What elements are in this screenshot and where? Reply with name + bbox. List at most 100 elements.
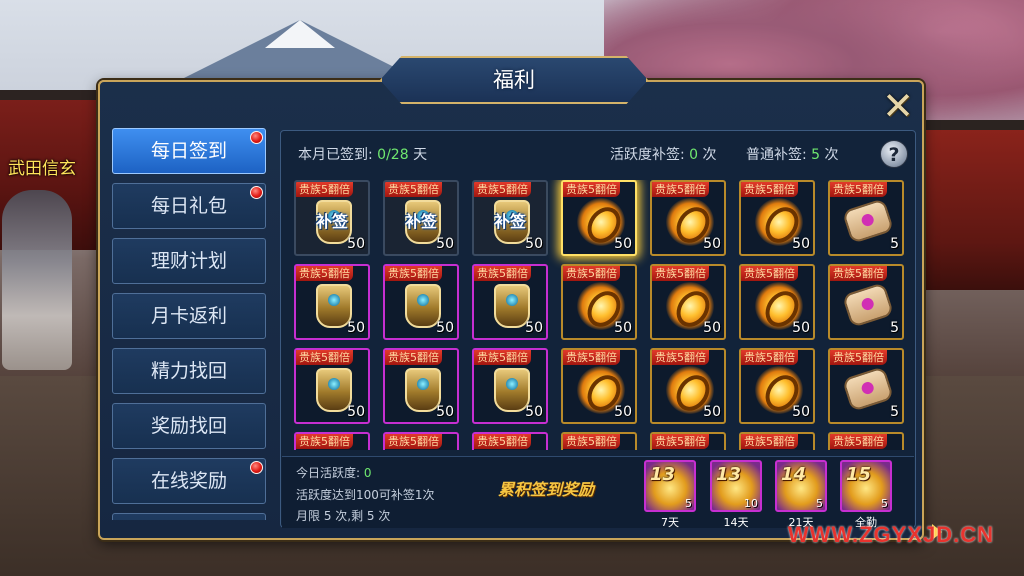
vip-double-badge: 贵族5翻倍: [652, 434, 709, 449]
reward-quantity: 50: [792, 404, 810, 420]
vip-double-badge: 贵族5翻倍: [474, 266, 531, 281]
menu-item-reward-recover[interactable]: 奖励找回: [112, 403, 266, 449]
stat-unit: 天: [413, 147, 428, 163]
signin-day-cell[interactable]: 贵族5翻倍: [383, 432, 459, 450]
help-icon[interactable]: ?: [880, 140, 908, 168]
menu-item-online-reward[interactable]: 在线奖励: [112, 458, 266, 504]
signin-day-cell[interactable]: 贵族5翻倍 50: [561, 348, 637, 424]
signin-day-cell[interactable]: 贵族5翻倍 50: [383, 348, 459, 424]
vip-double-badge: 贵族5翻倍: [296, 434, 353, 449]
resign-label: 补签: [493, 212, 526, 231]
menu-item-label: 每日礼包: [150, 195, 227, 217]
signin-day-cell[interactable]: 贵族5翻倍 5: [828, 264, 904, 340]
signin-day-cell[interactable]: 贵族5翻倍 50: [650, 180, 726, 256]
vip-double-badge: 贵族5翻倍: [385, 434, 442, 449]
vip-double-badge: 贵族5翻倍: [741, 350, 798, 365]
stat-label: 本月已签到:: [298, 147, 373, 163]
cumulative-reward-chest-21[interactable]: 14 5: [775, 460, 827, 512]
signin-day-cell[interactable]: 贵族5翻倍 50: [383, 264, 459, 340]
reward-quantity: 50: [347, 236, 365, 252]
reward-quantity: 50: [436, 236, 454, 252]
reward-quantity: 5: [890, 236, 899, 252]
vip-double-badge: 贵族5翻倍: [474, 350, 531, 365]
signin-day-cell[interactable]: 贵族5翻倍: [561, 432, 637, 450]
signin-day-cell[interactable]: 贵族5翻倍 50: [650, 264, 726, 340]
reward-quantity: 5: [890, 404, 899, 420]
vip-double-badge: 贵族5翻倍: [830, 182, 887, 197]
vip-double-badge: 贵族5翻倍: [385, 182, 442, 197]
signin-day-cell[interactable]: 贵族5翻倍: [650, 432, 726, 450]
today-active-text: 今日活跃度: 0: [296, 464, 372, 481]
scroll-icon: [841, 282, 895, 328]
menu-item-finance-plan[interactable]: 理财计划: [112, 238, 266, 284]
stat-unit: 次: [702, 147, 717, 163]
vip-double-badge: 贵族5翻倍: [741, 266, 798, 281]
stat-value: 0: [689, 147, 699, 163]
npc-samurai-figure[interactable]: [2, 190, 72, 370]
menu-item-daily-signin[interactable]: 每日签到: [112, 128, 266, 174]
signin-day-cell[interactable]: 贵族5翻倍 50: [561, 180, 637, 256]
reward-quantity: 50: [792, 236, 810, 252]
signin-day-cell[interactable]: 贵族5翻倍 50 补签: [472, 180, 548, 256]
vip-double-badge: 贵族5翻倍: [652, 350, 709, 365]
scroll-icon: [841, 366, 895, 412]
signin-day-cell[interactable]: 贵族5翻倍: [472, 432, 548, 450]
reward-quantity: 50: [703, 320, 721, 336]
vip-double-badge: 贵族5翻倍: [830, 350, 887, 365]
stat-value: 0/28: [377, 147, 409, 163]
close-icon: ✕: [882, 84, 914, 128]
cumulative-reward-chest-7[interactable]: 13 5: [644, 460, 696, 512]
vip-double-badge: 贵族5翻倍: [563, 434, 620, 449]
monthly-signed-stat: 本月已签到: 0/28 天: [298, 144, 427, 164]
monthly-limit-text: 月限 5 次,剩 5 次: [296, 509, 391, 523]
signin-day-cell[interactable]: 贵族5翻倍 50: [294, 264, 370, 340]
reward-quantity: 50: [436, 404, 454, 420]
menu-item-label: 每日签到: [150, 140, 227, 162]
signin-day-cell[interactable]: 贵族5翻倍 50 补签: [294, 180, 370, 256]
menu-item-more[interactable]: [112, 513, 266, 520]
signin-day-cell[interactable]: 贵族5翻倍: [828, 432, 904, 450]
vip-double-badge: 贵族5翻倍: [652, 182, 709, 197]
chest-number: 14: [781, 464, 807, 485]
reward-quantity: 50: [614, 320, 632, 336]
close-button[interactable]: ✕: [878, 84, 918, 128]
signin-day-cell[interactable]: 贵族5翻倍 50: [739, 180, 815, 256]
signin-day-cell[interactable]: 贵族5翻倍 5: [828, 348, 904, 424]
scroll-icon: [841, 198, 895, 244]
signin-day-cell[interactable]: 贵族5翻倍 50: [739, 264, 815, 340]
signin-day-cell[interactable]: 贵族5翻倍 50 补签: [383, 180, 459, 256]
signin-day-cell[interactable]: 贵族5翻倍: [294, 432, 370, 450]
chest-day-label: 14天: [723, 516, 749, 529]
reward-quantity: 50: [525, 236, 543, 252]
signin-day-cell[interactable]: 贵族5翻倍 50: [294, 348, 370, 424]
signin-day-cell[interactable]: 贵族5翻倍: [739, 432, 815, 450]
signin-day-cell[interactable]: 贵族5翻倍 50: [650, 348, 726, 424]
vip-double-badge: 贵族5翻倍: [296, 182, 353, 197]
signin-day-cell[interactable]: 贵族5翻倍 50: [561, 264, 637, 340]
cumulative-reward-chest-14[interactable]: 13 10: [710, 460, 762, 512]
chest-number: 15: [846, 464, 872, 485]
reward-quantity: 50: [436, 320, 454, 336]
signin-day-cell[interactable]: 贵族5翻倍 50: [472, 264, 548, 340]
vip-double-badge: 贵族5翻倍: [296, 266, 353, 281]
reward-quantity: 50: [614, 236, 632, 252]
signin-day-cell[interactable]: 贵族5翻倍 50: [472, 348, 548, 424]
cumulative-reward-chest-full[interactable]: 15 5: [840, 460, 892, 512]
chest-day-label: 7天: [661, 516, 679, 529]
signin-day-cell[interactable]: 贵族5翻倍 5: [828, 180, 904, 256]
resign-label: 补签: [404, 212, 437, 231]
menu-item-label: 在线奖励: [150, 470, 227, 492]
watermark-text: WWW.ZGYXJD.CN: [787, 522, 994, 547]
info-value: 0: [363, 466, 372, 480]
stat-value: 5: [811, 147, 821, 163]
notification-dot-icon: [250, 461, 263, 474]
chest-number: 13: [716, 464, 742, 485]
menu-item-energy-recover[interactable]: 精力找回: [112, 348, 266, 394]
signin-day-cell[interactable]: 贵族5翻倍 50: [739, 348, 815, 424]
menu-item-monthly-card[interactable]: 月卡返利: [112, 293, 266, 339]
menu-item-daily-gift[interactable]: 每日礼包: [112, 183, 266, 229]
signin-grid: 贵族5翻倍 50 补签 贵族5翻倍 50 补签 贵族5翻倍 50 补签 贵族5翻倍 50 贵族5翻倍 5…: [294, 180, 906, 450]
reward-quantity: 50: [703, 404, 721, 420]
vip-double-badge: 贵族5翻倍: [741, 434, 798, 449]
stat-label: 普通补签:: [746, 147, 807, 163]
